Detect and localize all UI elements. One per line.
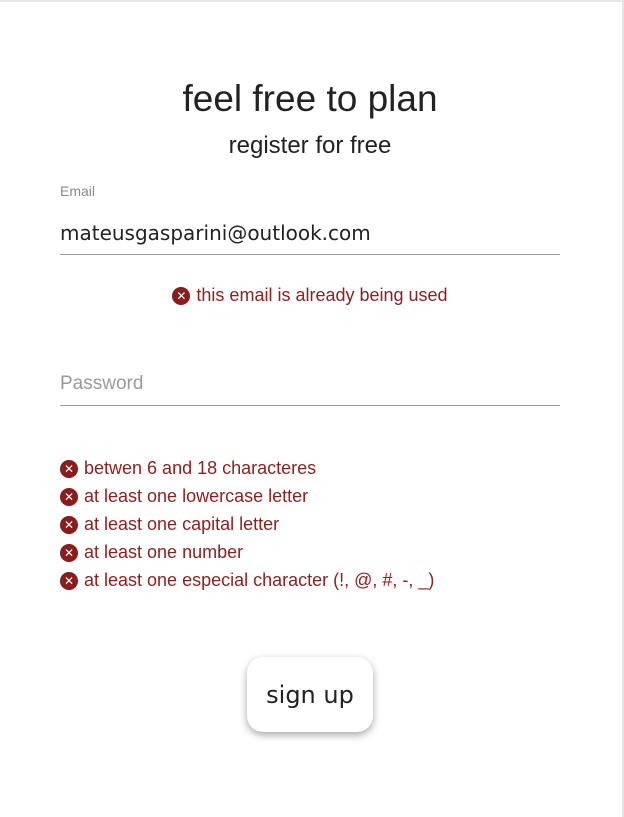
- error-icon: ✕: [60, 488, 78, 507]
- error-icon: ✕: [60, 544, 78, 563]
- email-error-message: ✕ this email is already being used: [0, 285, 620, 306]
- sign-up-button[interactable]: sign up: [247, 657, 373, 732]
- password-rule-text: at least one especial character (!, @, #…: [84, 570, 435, 590]
- error-icon: ✕: [60, 460, 78, 479]
- page-title: feel free to plan: [182, 78, 438, 119]
- error-icon: ✕: [60, 516, 78, 535]
- password-rule-text: betwen 6 and 18 characteres: [84, 458, 317, 478]
- email-error-text: this email is already being used: [196, 285, 448, 305]
- password-rule: ✕ betwen 6 and 18 characteres: [60, 457, 434, 485]
- error-icon: ✕: [60, 572, 78, 591]
- page-subtitle: register for free: [228, 132, 392, 159]
- password-rule-text: at least one capital letter: [84, 514, 280, 534]
- register-page: feel free to plan register for free Emai…: [0, 0, 624, 817]
- error-icon: ✕: [172, 287, 191, 306]
- password-field[interactable]: [60, 362, 560, 406]
- password-rules-list: ✕ betwen 6 and 18 characteres ✕ at least o…: [60, 457, 434, 597]
- password-rule: ✕ at least one lowercase letter: [60, 485, 434, 513]
- password-rule: ✕ at least one number: [60, 541, 434, 569]
- password-rule: ✕ at least one capital letter: [60, 513, 434, 541]
- password-rule: ✕ at least one especial character (!, @, …: [60, 569, 434, 597]
- password-rule-text: at least one number: [84, 542, 244, 562]
- email-field[interactable]: [60, 212, 560, 255]
- email-label: Email: [60, 183, 96, 199]
- password-rule-text: at least one lowercase letter: [84, 486, 309, 506]
